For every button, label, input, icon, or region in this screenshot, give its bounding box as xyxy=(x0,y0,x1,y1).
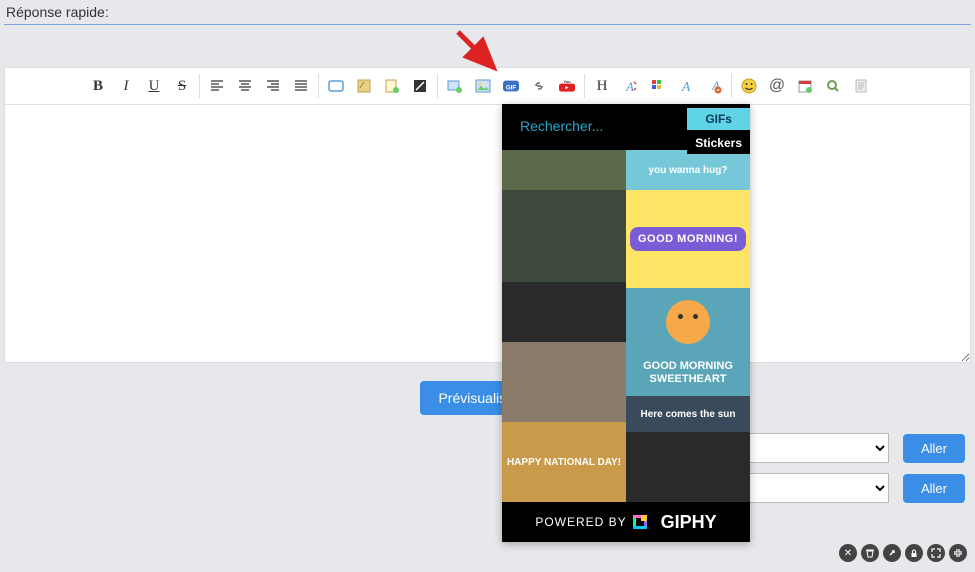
gif-grid: HAPPY NATIONAL DAY! you wanna hug?GOOD M… xyxy=(502,150,750,502)
svg-text:A: A xyxy=(625,79,634,94)
gif-item[interactable]: you wanna hug? xyxy=(626,150,750,190)
close-icon[interactable]: ✕ xyxy=(839,544,857,562)
header-button[interactable]: H xyxy=(591,75,613,97)
svg-text:You: You xyxy=(563,79,571,84)
form-area: Prévisualisation Sau Aller électionner A… xyxy=(0,363,975,503)
message-textarea[interactable] xyxy=(5,104,970,362)
go-button-2[interactable]: Aller xyxy=(903,474,965,503)
font-size-button[interactable]: A xyxy=(619,75,641,97)
gif-item[interactable] xyxy=(502,342,626,422)
lock-icon[interactable] xyxy=(905,544,923,562)
font-family-button[interactable]: A xyxy=(675,75,697,97)
emoji-button[interactable] xyxy=(738,75,760,97)
youtube-button[interactable]: You xyxy=(556,75,578,97)
gif-item[interactable] xyxy=(502,282,626,342)
tab-gifs[interactable]: GIFs xyxy=(687,108,750,130)
underline-button[interactable]: U xyxy=(143,75,165,97)
page-button[interactable] xyxy=(850,75,872,97)
align-left-button[interactable] xyxy=(206,75,228,97)
gif-item[interactable]: Here comes the sun xyxy=(626,396,750,432)
image-host-button[interactable] xyxy=(444,75,466,97)
share-icon[interactable] xyxy=(883,544,901,562)
gif-picker: GIFs Stickers HAPPY NATIONAL DAY! you wa… xyxy=(502,104,750,542)
svg-text:A: A xyxy=(681,80,691,94)
gif-item[interactable]: HAPPY NATIONAL DAY! xyxy=(502,422,626,502)
spoiler-button[interactable] xyxy=(409,75,431,97)
quote-button[interactable] xyxy=(325,75,347,97)
divider xyxy=(4,24,971,25)
gif-search-input[interactable] xyxy=(520,118,670,134)
collapse-icon[interactable] xyxy=(949,544,967,562)
bold-button[interactable]: B xyxy=(87,75,109,97)
mention-button[interactable]: @ xyxy=(766,75,788,97)
toolbar: B I U S GIF You H A A xyxy=(5,68,970,104)
gif-button[interactable]: GIF xyxy=(500,75,522,97)
gif-item[interactable] xyxy=(502,150,626,190)
italic-button[interactable]: I xyxy=(115,75,137,97)
trash-icon[interactable] xyxy=(861,544,879,562)
font-color-button[interactable] xyxy=(647,75,669,97)
remove-format-button[interactable]: A xyxy=(703,75,725,97)
svg-text:GIF: GIF xyxy=(506,85,517,92)
link-button[interactable] xyxy=(528,75,550,97)
editor: B I U S GIF You H A A xyxy=(4,67,971,363)
gif-item[interactable]: GOOD MORNING! xyxy=(626,190,750,288)
strike-button[interactable]: S xyxy=(171,75,193,97)
expand-icon[interactable] xyxy=(927,544,945,562)
bottom-icons: ✕ xyxy=(839,544,967,562)
go-button-1[interactable]: Aller xyxy=(903,434,965,463)
gif-item[interactable]: GOOD MORNING SWEETHEART xyxy=(626,288,750,396)
quick-reply-label: Réponse rapide: xyxy=(0,0,975,24)
gif-item[interactable] xyxy=(502,190,626,282)
calendar-button[interactable] xyxy=(794,75,816,97)
align-center-button[interactable] xyxy=(234,75,256,97)
tab-stickers[interactable]: Stickers xyxy=(687,132,750,154)
note-button[interactable] xyxy=(381,75,403,97)
search-button[interactable] xyxy=(822,75,844,97)
align-right-button[interactable] xyxy=(262,75,284,97)
align-justify-button[interactable] xyxy=(290,75,312,97)
giphy-attribution: POWERED BY GIPHY xyxy=(502,502,750,542)
image-button[interactable] xyxy=(472,75,494,97)
gif-item[interactable] xyxy=(626,432,750,502)
code-button[interactable] xyxy=(353,75,375,97)
